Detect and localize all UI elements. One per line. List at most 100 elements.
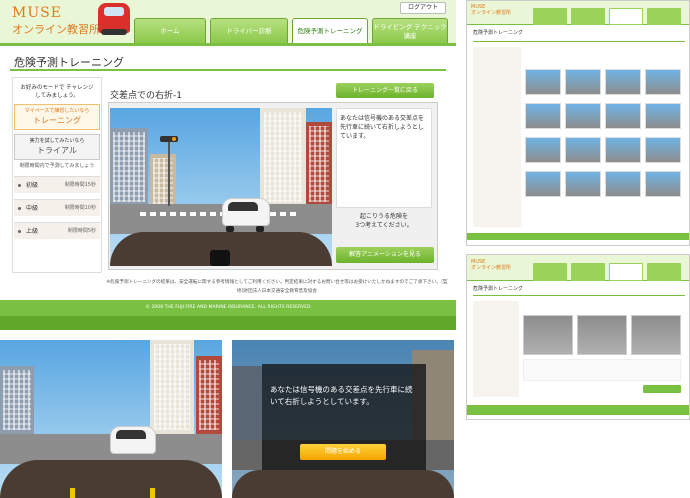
mini-tab [571, 8, 605, 26]
mini-tab [647, 263, 681, 282]
mini-scene [525, 137, 561, 163]
mini-scene [565, 103, 601, 129]
level-advanced[interactable]: 上級 制限時間5秒 [14, 222, 100, 239]
tab-driving-technique[interactable]: ドライビング テクニック講座 [372, 18, 448, 43]
traffic-signal-pole [168, 136, 170, 206]
building [306, 122, 332, 208]
signal-lamp-icon [172, 137, 176, 141]
mini-tab [533, 263, 567, 282]
mini-answer-map [577, 315, 627, 355]
tab-hazard-training[interactable]: 危険予測トレーニング [292, 18, 368, 43]
car-logo-icon [98, 3, 130, 35]
mini-sidebar [473, 301, 519, 397]
start-question-button[interactable]: 問題を始める [300, 444, 386, 460]
mini-footer [467, 233, 689, 241]
mini-answer-map [631, 315, 681, 355]
building [232, 366, 262, 446]
building [110, 128, 148, 208]
level-time: 制限時間10秒 [64, 205, 96, 211]
building [196, 356, 222, 436]
think-line-1: 起こりうる危険を [359, 213, 408, 220]
level-name: 上級 [26, 228, 39, 235]
mini-tab-active [609, 8, 643, 26]
mini-scene [605, 103, 641, 129]
mode-trial-button[interactable]: 実力を試してみたいなら トライアル [14, 134, 100, 160]
steering-column [210, 250, 230, 266]
main-training-screen: MUSE オンライン教習所 ログアウト ホーム ドライバー診断 危険予測トレーニ… [0, 0, 456, 330]
mini-logo: MUSE オンライン教習所 [471, 259, 512, 271]
lead-car-window [228, 202, 258, 211]
level-time: 制限時間15秒 [64, 182, 96, 188]
level-intermediate[interactable]: 中級 制限時間10秒 [14, 199, 100, 216]
lead-car-window [116, 430, 146, 439]
turn-indicator-icon [150, 488, 155, 498]
mini-tab-active [609, 263, 643, 282]
mini-scene [645, 69, 681, 95]
back-to-list-button[interactable]: トレーニング一覧に戻る [336, 83, 434, 98]
mini-divider [473, 295, 685, 296]
mini-button [643, 385, 681, 393]
building [150, 340, 194, 436]
thumbnail-answer-screen[interactable]: MUSE オンライン教習所 危険予測トレーニング [466, 254, 690, 420]
mini-answer-map [523, 315, 573, 355]
dashboard [232, 470, 454, 498]
logo-muse[interactable]: MUSE [12, 5, 62, 21]
sidebar-message: お好みのモードで チャレンジしてみましょう。 [20, 85, 94, 99]
crosswalk [140, 212, 300, 216]
disclaimer-note: ※危険予測トレーニングの結果は、安全運転に関する参考情報としてご利用ください。判… [106, 280, 448, 294]
mini-scene [565, 171, 601, 197]
tab-driver-diagnosis[interactable]: ドライバー診断 [210, 18, 288, 43]
mini-scene [605, 171, 641, 197]
footer-bar [0, 316, 456, 330]
mode-trial-label: トライアル [37, 146, 77, 155]
mode-trial-caption: 実力を試してみたいなら [29, 138, 85, 144]
mini-tab [533, 8, 567, 26]
level-beginner[interactable]: 初級 制限時間15秒 [14, 176, 100, 193]
building [260, 108, 306, 208]
level-time: 制限時間5秒 [67, 228, 96, 234]
mini-scene [525, 103, 561, 129]
answer-animation-button[interactable]: 解答アニメーションを見る [336, 247, 434, 263]
scenario-title: 交差点での右折-1 [110, 91, 182, 101]
think-line-2: 3つ考えてください。 [355, 222, 413, 229]
mode-training-button[interactable]: マイペースで練習したいなら トレーニング [14, 104, 100, 130]
page-title: 危険予測トレーニング [14, 56, 124, 69]
mini-answer-text [523, 359, 681, 381]
bottom-intro-screen[interactable]: あなたは信号機のある交差点を先行車に続いて右折しようとしています。 問題を始める [232, 340, 454, 498]
mini-tab [647, 8, 681, 26]
dashboard [0, 460, 222, 498]
think-instruction: 起こりうる危険を 3つ考えてください。 [340, 212, 428, 230]
bullet-icon [18, 230, 21, 233]
tab-home[interactable]: ホーム [134, 18, 206, 43]
thumbnail-training-list[interactable]: MUSE オンライン教習所 危険予測トレーニング [466, 0, 690, 246]
driving-scene-image[interactable] [110, 108, 332, 266]
mini-sidebar [473, 47, 521, 227]
mode-training-caption: マイペースで練習したいなら [24, 108, 90, 114]
bullet-icon [18, 184, 21, 187]
building [0, 366, 34, 436]
logo-online-school[interactable]: オンライン教習所 [12, 21, 100, 37]
intro-question-text: あなたは信号機のある交差点を先行車に続いて右折しようとしています。 [270, 385, 413, 406]
mini-page-title: 危険予測トレーニング [473, 30, 524, 36]
footer-copyright: © 2008 THE FUJI FIRE AND MARINE INSURANC… [0, 300, 456, 316]
bullet-icon [18, 207, 21, 210]
mini-scene [645, 137, 681, 163]
mini-footer [467, 405, 689, 415]
mini-scene [605, 69, 641, 95]
mini-tab [571, 263, 605, 282]
level-name: 初級 [26, 182, 39, 189]
mini-scene [645, 103, 681, 129]
title-divider [10, 69, 446, 71]
mini-divider [473, 41, 685, 42]
mini-scene [525, 69, 561, 95]
mini-scene [645, 171, 681, 197]
logout-button[interactable]: ログアウト [400, 2, 446, 14]
level-name: 中級 [26, 205, 39, 212]
question-text: あなたは信号機のある交差点を先行車に続いて右折しようとしています。 [340, 115, 425, 140]
mini-scene [565, 69, 601, 95]
time-limit-note: 制限時間内で予測してみましょう [19, 163, 95, 169]
bottom-driving-scene[interactable] [0, 340, 222, 498]
mini-logo: MUSE オンライン教習所 [471, 4, 512, 16]
building [150, 154, 176, 208]
mini-scene [605, 137, 641, 163]
